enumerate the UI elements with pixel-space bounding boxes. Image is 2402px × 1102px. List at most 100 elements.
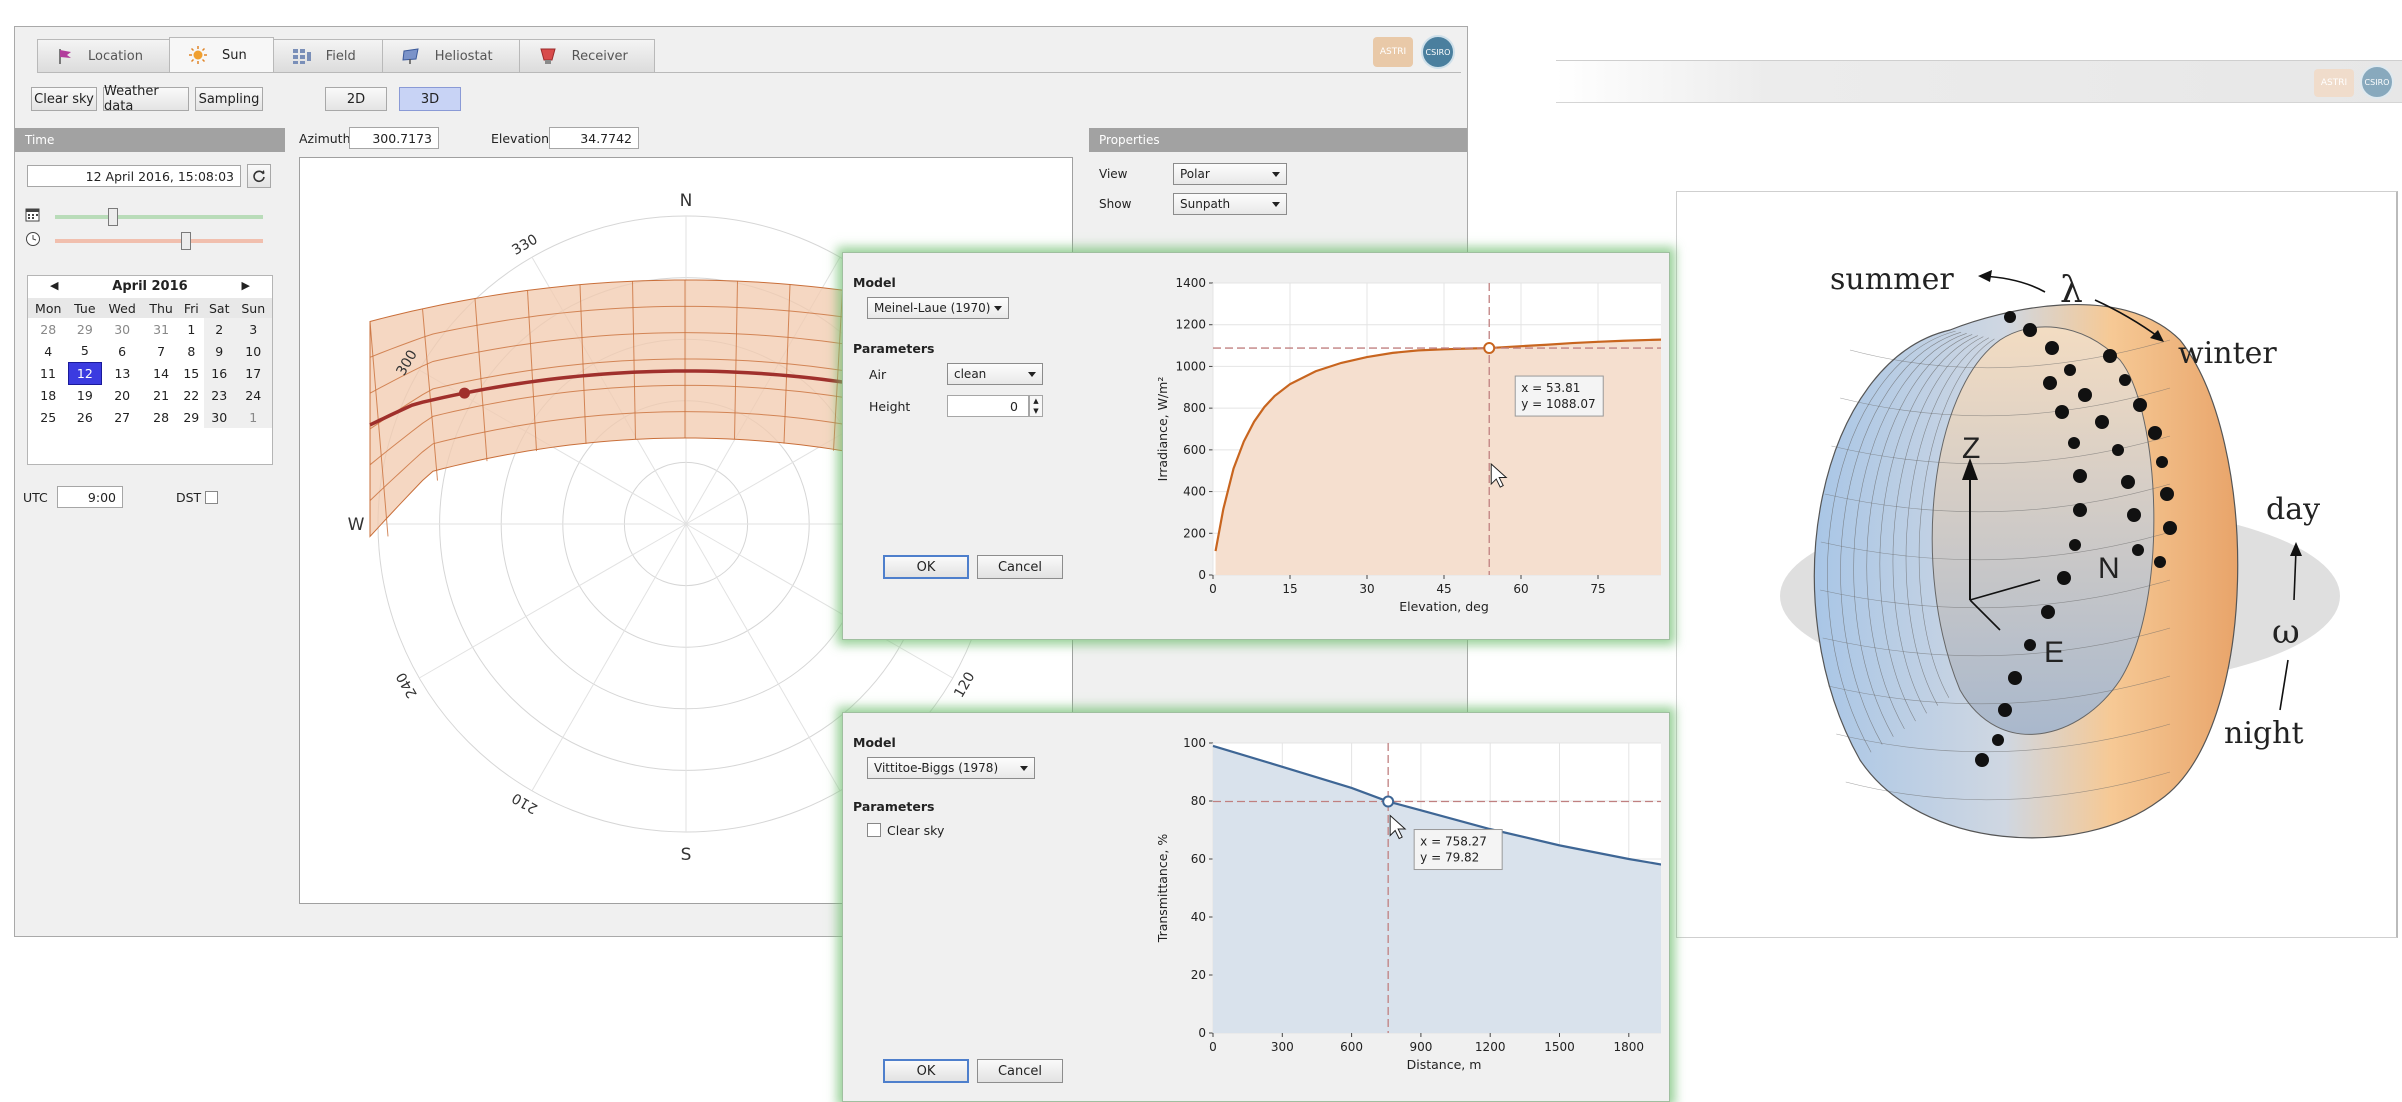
view-select[interactable]: Polar: [1173, 163, 1287, 185]
calendar-day[interactable]: 10: [234, 340, 272, 362]
irradiance-model-select[interactable]: Meinel-Laue (1970): [867, 297, 1009, 319]
next-month-button[interactable]: ▶: [242, 279, 250, 292]
calendar-day[interactable]: 26: [68, 406, 101, 428]
clear-sky-button[interactable]: Clear sky: [31, 87, 97, 111]
calendar-day[interactable]: 27: [101, 406, 143, 428]
utc-field[interactable]: 9:00: [57, 486, 123, 508]
mode-3d-button[interactable]: 3D: [399, 87, 461, 111]
date-slider[interactable]: [55, 215, 263, 219]
calendar-day[interactable]: 17: [234, 362, 272, 384]
calendar-day[interactable]: 6: [101, 340, 143, 362]
calendar-day[interactable]: 1: [234, 406, 272, 428]
tab-sun[interactable]: Sun: [168, 37, 274, 73]
sun-position-dot: [2073, 503, 2087, 517]
mode-2d-button[interactable]: 2D: [325, 87, 387, 111]
calendar-day[interactable]: 21: [143, 384, 179, 406]
date-slider-thumb[interactable]: [108, 208, 119, 226]
show-label: Show: [1099, 197, 1132, 211]
air-select[interactable]: clean: [947, 363, 1043, 385]
tab-divider: [37, 72, 1461, 73]
tab-receiver[interactable]: Receiver: [518, 39, 655, 73]
irradiance-model-value: Meinel-Laue (1970): [874, 301, 991, 315]
calendar-day[interactable]: 8: [179, 340, 203, 362]
calendar-day[interactable]: 19: [68, 384, 101, 406]
polar-grid-spoke: [685, 523, 841, 791]
time-slider-thumb[interactable]: [181, 232, 192, 250]
winter-label: winter: [2178, 336, 2277, 371]
torus-inner-surface: [1931, 326, 2155, 735]
calendar-day[interactable]: 7: [143, 340, 179, 362]
calendar-day[interactable]: 18: [28, 384, 68, 406]
transmittance-model-select[interactable]: Vittitoe-Biggs (1978): [867, 757, 1035, 779]
calendar-day[interactable]: 29: [179, 406, 203, 428]
y-tick-label: 100: [1183, 736, 1206, 750]
x-tick-label: 0: [1209, 582, 1217, 596]
y-tick-label: 800: [1183, 401, 1206, 415]
calendar-day[interactable]: 25: [28, 406, 68, 428]
calendar-day[interactable]: 14: [143, 362, 179, 384]
tab-location[interactable]: Location: [37, 39, 170, 73]
sampling-button[interactable]: Sampling: [195, 87, 263, 111]
tab-heliostat[interactable]: Heliostat: [381, 39, 520, 73]
calendar-day[interactable]: 30: [203, 406, 235, 428]
calendar-day[interactable]: 4: [28, 340, 68, 362]
height-spinner[interactable]: ▲ ▼: [1029, 395, 1043, 417]
calendar-day[interactable]: 13: [101, 362, 143, 384]
weather-data-button[interactable]: Weather data: [103, 84, 189, 114]
tab-field[interactable]: Field: [272, 39, 383, 73]
calendar-day[interactable]: 9: [203, 340, 235, 362]
calendar-day[interactable]: 30: [101, 318, 143, 340]
cancel-button[interactable]: Cancel: [977, 555, 1063, 579]
y-tick-label: 0: [1198, 1026, 1206, 1040]
cancel-button[interactable]: Cancel: [977, 1059, 1063, 1083]
secondary-window-toolbar: [1556, 61, 2402, 103]
x-tick-label: 900: [1409, 1040, 1432, 1054]
air-select-value: clean: [954, 367, 987, 381]
properties-header: Properties: [1089, 128, 1467, 152]
azimuth-field[interactable]: 300.7173: [349, 127, 439, 149]
calendar-day[interactable]: 16: [203, 362, 235, 384]
calendar-day[interactable]: 11: [28, 362, 68, 384]
sun-position-dot: [2095, 415, 2109, 429]
calendar-day[interactable]: 3: [234, 318, 272, 340]
calendar-day[interactable]: 5: [68, 340, 101, 362]
irradiance-chart[interactable]: 02004006008001000120014000153045607590x …: [1113, 263, 1661, 633]
elevation-field[interactable]: 34.7742: [549, 127, 639, 149]
calendar-day[interactable]: 23: [203, 384, 235, 406]
calendar-day[interactable]: 28: [143, 406, 179, 428]
calendar-month-label: April 2016: [112, 279, 188, 294]
weekday-header: Mon: [28, 298, 69, 318]
refresh-button[interactable]: [247, 164, 271, 188]
sun-position-dot: [2045, 341, 2059, 355]
calendar-day[interactable]: 29: [68, 318, 101, 340]
sun-icon: [188, 46, 207, 64]
calendar-day[interactable]: 15: [179, 362, 203, 384]
weekday-header: Sun: [234, 298, 272, 318]
calendar-day[interactable]: 1: [179, 318, 203, 340]
x-axis-label: Elevation, deg: [1399, 599, 1489, 614]
chevron-down-icon: [1028, 372, 1036, 377]
calendar-day[interactable]: 22: [179, 384, 203, 406]
calendar-day[interactable]: 12: [67, 361, 102, 385]
calendar-day[interactable]: 28: [28, 318, 68, 340]
ok-button[interactable]: OK: [883, 555, 969, 579]
sun-position-dot: [1975, 753, 1989, 767]
clear-sky-checkbox[interactable]: [867, 823, 881, 837]
y-tick-label: 1000: [1175, 359, 1206, 373]
n-axis-label: N: [2098, 552, 2120, 585]
north-label: N: [680, 191, 693, 211]
height-field[interactable]: 0: [947, 395, 1029, 417]
calendar-day[interactable]: 2: [203, 318, 235, 340]
time-slider[interactable]: [55, 239, 263, 243]
calendar-day[interactable]: 31: [143, 318, 179, 340]
show-select[interactable]: Sunpath: [1173, 193, 1287, 215]
ok-button[interactable]: OK: [883, 1059, 969, 1083]
omega-arrow-down: [2279, 659, 2289, 711]
calendar-grid: Mon Tue Wed Thu Fri Sat Sun 28 29 30 31 1 2 3 4 5 6 7 8 9 1…: [28, 298, 272, 428]
field-icon: [292, 49, 311, 64]
calendar-day[interactable]: 20: [101, 384, 143, 406]
dst-checkbox[interactable]: [205, 491, 218, 504]
calendar-day[interactable]: 24: [234, 384, 272, 406]
transmittance-chart[interactable]: 0 20 40 60 80 100 0 300 600 900 1200 1500 1800 x = 75…: [1113, 723, 1661, 1095]
datetime-field[interactable]: 12 April 2016, 15:08:03: [27, 165, 241, 187]
